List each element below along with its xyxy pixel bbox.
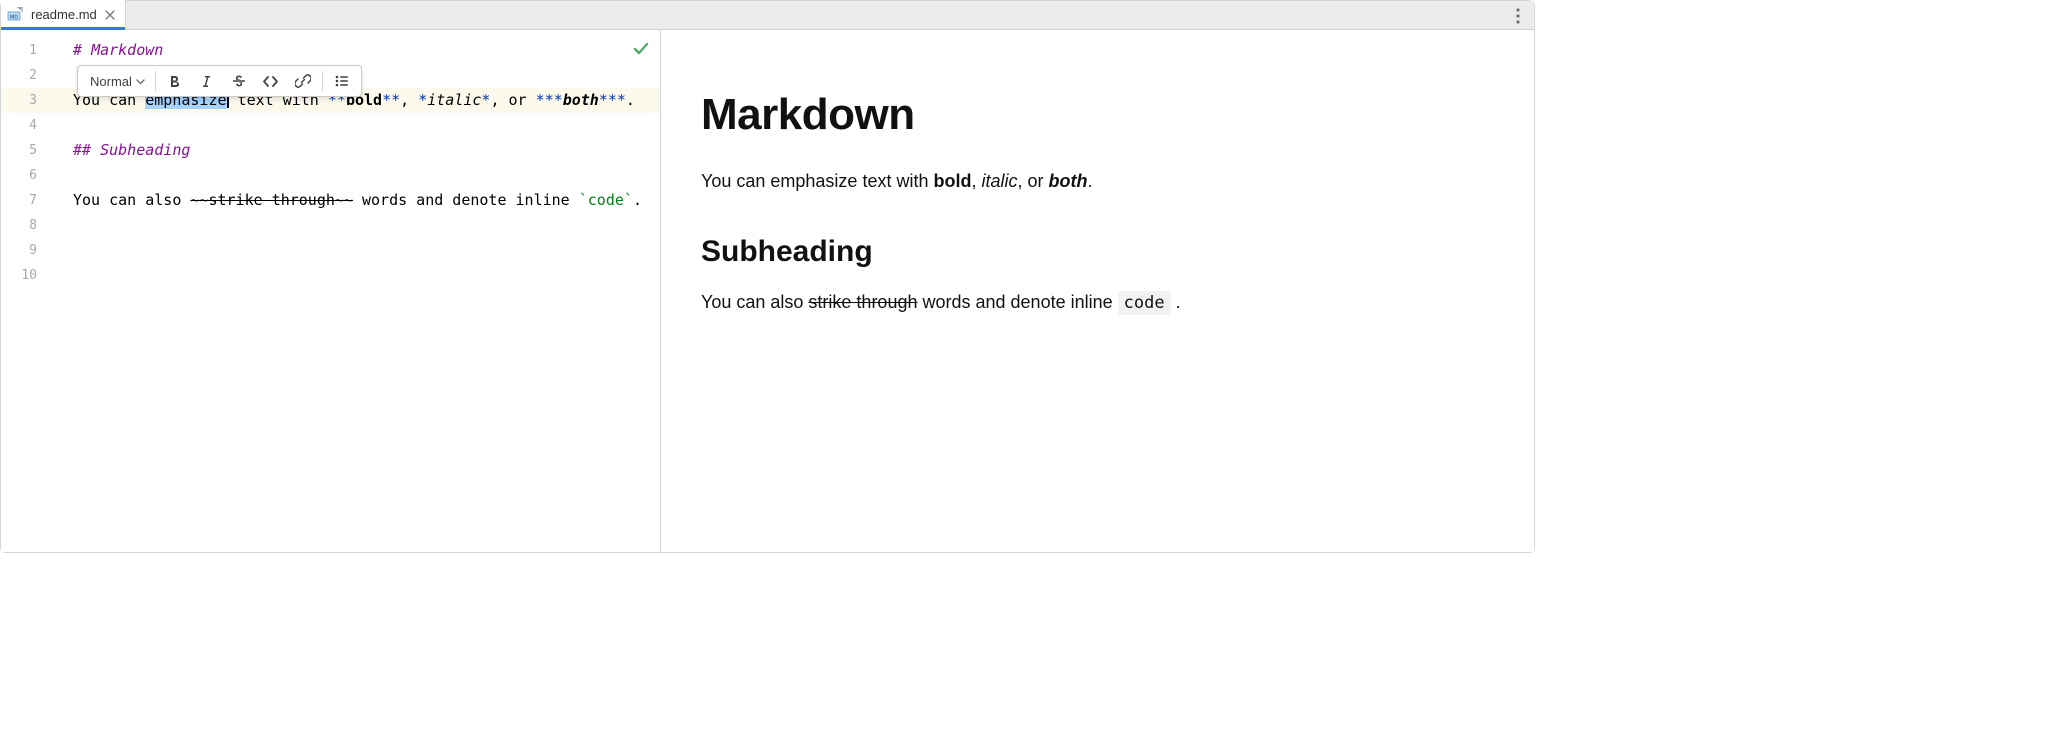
- line-number: 8: [1, 213, 67, 238]
- line-number: 7: [1, 188, 67, 213]
- line-number: 10: [1, 263, 67, 288]
- tab-readme[interactable]: MD readme.md: [1, 0, 126, 29]
- line-number: 3: [1, 88, 67, 113]
- list-button[interactable]: [327, 68, 357, 94]
- paragraph-style-dropdown[interactable]: Normal: [82, 68, 151, 94]
- tab-filename: readme.md: [31, 7, 97, 22]
- preview-h1: Markdown: [701, 90, 1494, 140]
- preview-paragraph: You can emphasize text with bold, italic…: [701, 168, 1494, 195]
- code-button[interactable]: [256, 68, 286, 94]
- toolbar-separator: [155, 71, 156, 91]
- code-area[interactable]: # Markdown You can emphasize text with *…: [67, 30, 660, 552]
- toolbar-separator: [322, 71, 323, 91]
- link-button[interactable]: [288, 68, 318, 94]
- preview-h2: Subheading: [701, 235, 1494, 269]
- tab-bar: MD readme.md: [1, 1, 1534, 30]
- preview-pane: Markdown You can emphasize text with bol…: [661, 30, 1534, 552]
- italic-button[interactable]: [192, 68, 222, 94]
- bold-button[interactable]: [160, 68, 190, 94]
- more-options-icon[interactable]: [1508, 6, 1528, 26]
- line-number-gutter: 1 2 3 4 5 6 7 8 9 10: [1, 30, 67, 552]
- editor-pane: 1 2 3 4 5 6 7 8 9 10 # Markdown You can …: [1, 30, 661, 552]
- line-number: 1: [1, 38, 67, 63]
- split-view: 1 2 3 4 5 6 7 8 9 10 # Markdown You can …: [1, 30, 1534, 552]
- line-number: 9: [1, 238, 67, 263]
- strikethrough-button[interactable]: [224, 68, 254, 94]
- format-toolbar: Normal: [77, 65, 362, 97]
- close-icon[interactable]: [103, 8, 117, 22]
- chevron-down-icon: [136, 77, 145, 86]
- markdown-file-icon: MD: [7, 6, 25, 24]
- line-number: 5: [1, 138, 67, 163]
- paragraph-style-label: Normal: [90, 74, 132, 89]
- svg-text:MD: MD: [10, 14, 19, 20]
- line-number: 4: [1, 113, 67, 138]
- line-number: 6: [1, 163, 67, 188]
- preview-paragraph: You can also strike through words and de…: [701, 289, 1494, 317]
- line-number: 2: [1, 63, 67, 88]
